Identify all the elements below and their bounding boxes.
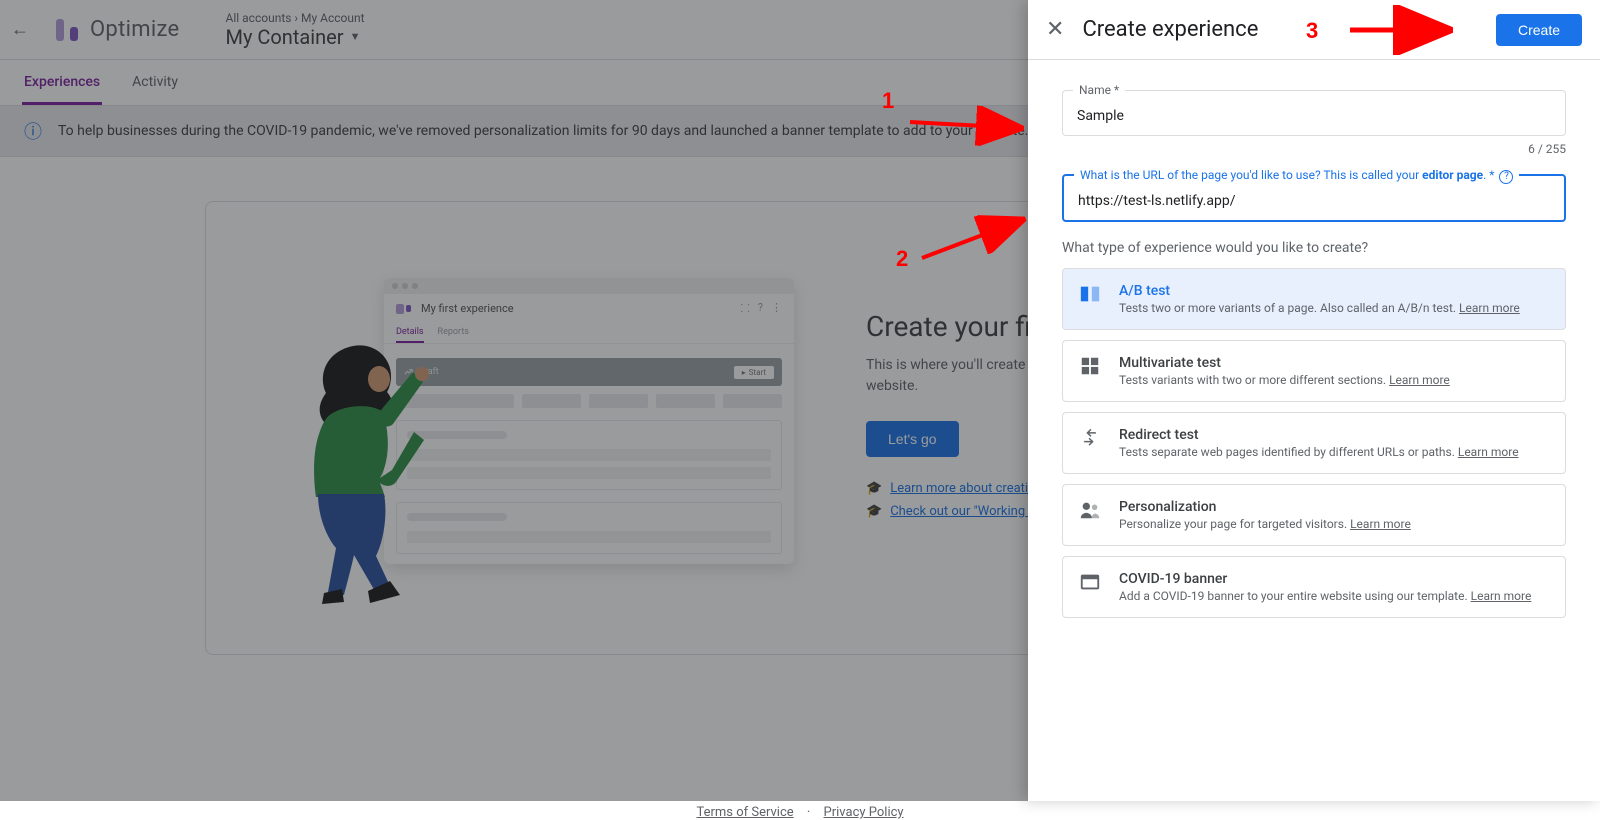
name-input[interactable] <box>1075 107 1553 125</box>
terms-link[interactable]: Terms of Service <box>696 805 793 820</box>
option-multivariate-test[interactable]: Multivariate test Tests variants with tw… <box>1062 340 1566 402</box>
create-experience-panel: ✕ Create experience Create Name * 6 / 25… <box>1028 0 1600 801</box>
option-covid-banner[interactable]: COVID-19 banner Add a COVID-19 banner to… <box>1062 556 1566 618</box>
multivariate-icon <box>1079 355 1101 377</box>
privacy-link[interactable]: Privacy Policy <box>824 805 904 820</box>
name-field[interactable]: Name * <box>1062 90 1566 136</box>
option-ab-test[interactable]: A/B test Tests two or more variants of a… <box>1062 268 1566 330</box>
experience-type-question: What type of experience would you like t… <box>1062 240 1566 256</box>
name-label: Name * <box>1073 83 1125 97</box>
redirect-icon <box>1079 427 1101 449</box>
learn-more-link[interactable]: Learn more <box>1471 589 1532 603</box>
ab-test-icon <box>1079 283 1101 305</box>
option-redirect-test[interactable]: Redirect test Tests separate web pages i… <box>1062 412 1566 474</box>
learn-more-link[interactable]: Learn more <box>1458 445 1519 459</box>
panel-title: Create experience <box>1082 17 1258 42</box>
url-field[interactable]: What is the URL of the page you'd like t… <box>1062 174 1566 222</box>
option-personalization[interactable]: Personalization Personalize your page fo… <box>1062 484 1566 546</box>
url-input[interactable] <box>1076 192 1552 210</box>
experience-type-options: A/B test Tests two or more variants of a… <box>1062 268 1566 618</box>
panel-header: ✕ Create experience Create <box>1028 0 1600 60</box>
banner-icon <box>1079 571 1101 593</box>
create-button[interactable]: Create <box>1496 14 1582 46</box>
close-icon[interactable]: ✕ <box>1046 17 1064 42</box>
char-counter: 6 / 255 <box>1062 142 1566 156</box>
learn-more-link[interactable]: Learn more <box>1389 373 1450 387</box>
learn-more-link[interactable]: Learn more <box>1459 301 1520 315</box>
help-icon[interactable]: ? <box>1499 170 1513 184</box>
url-label: What is the URL of the page you'd like t… <box>1074 168 1519 184</box>
footer: Terms of Service · Privacy Policy <box>0 805 1600 820</box>
learn-more-link[interactable]: Learn more <box>1350 517 1411 531</box>
personalization-icon <box>1079 499 1101 521</box>
